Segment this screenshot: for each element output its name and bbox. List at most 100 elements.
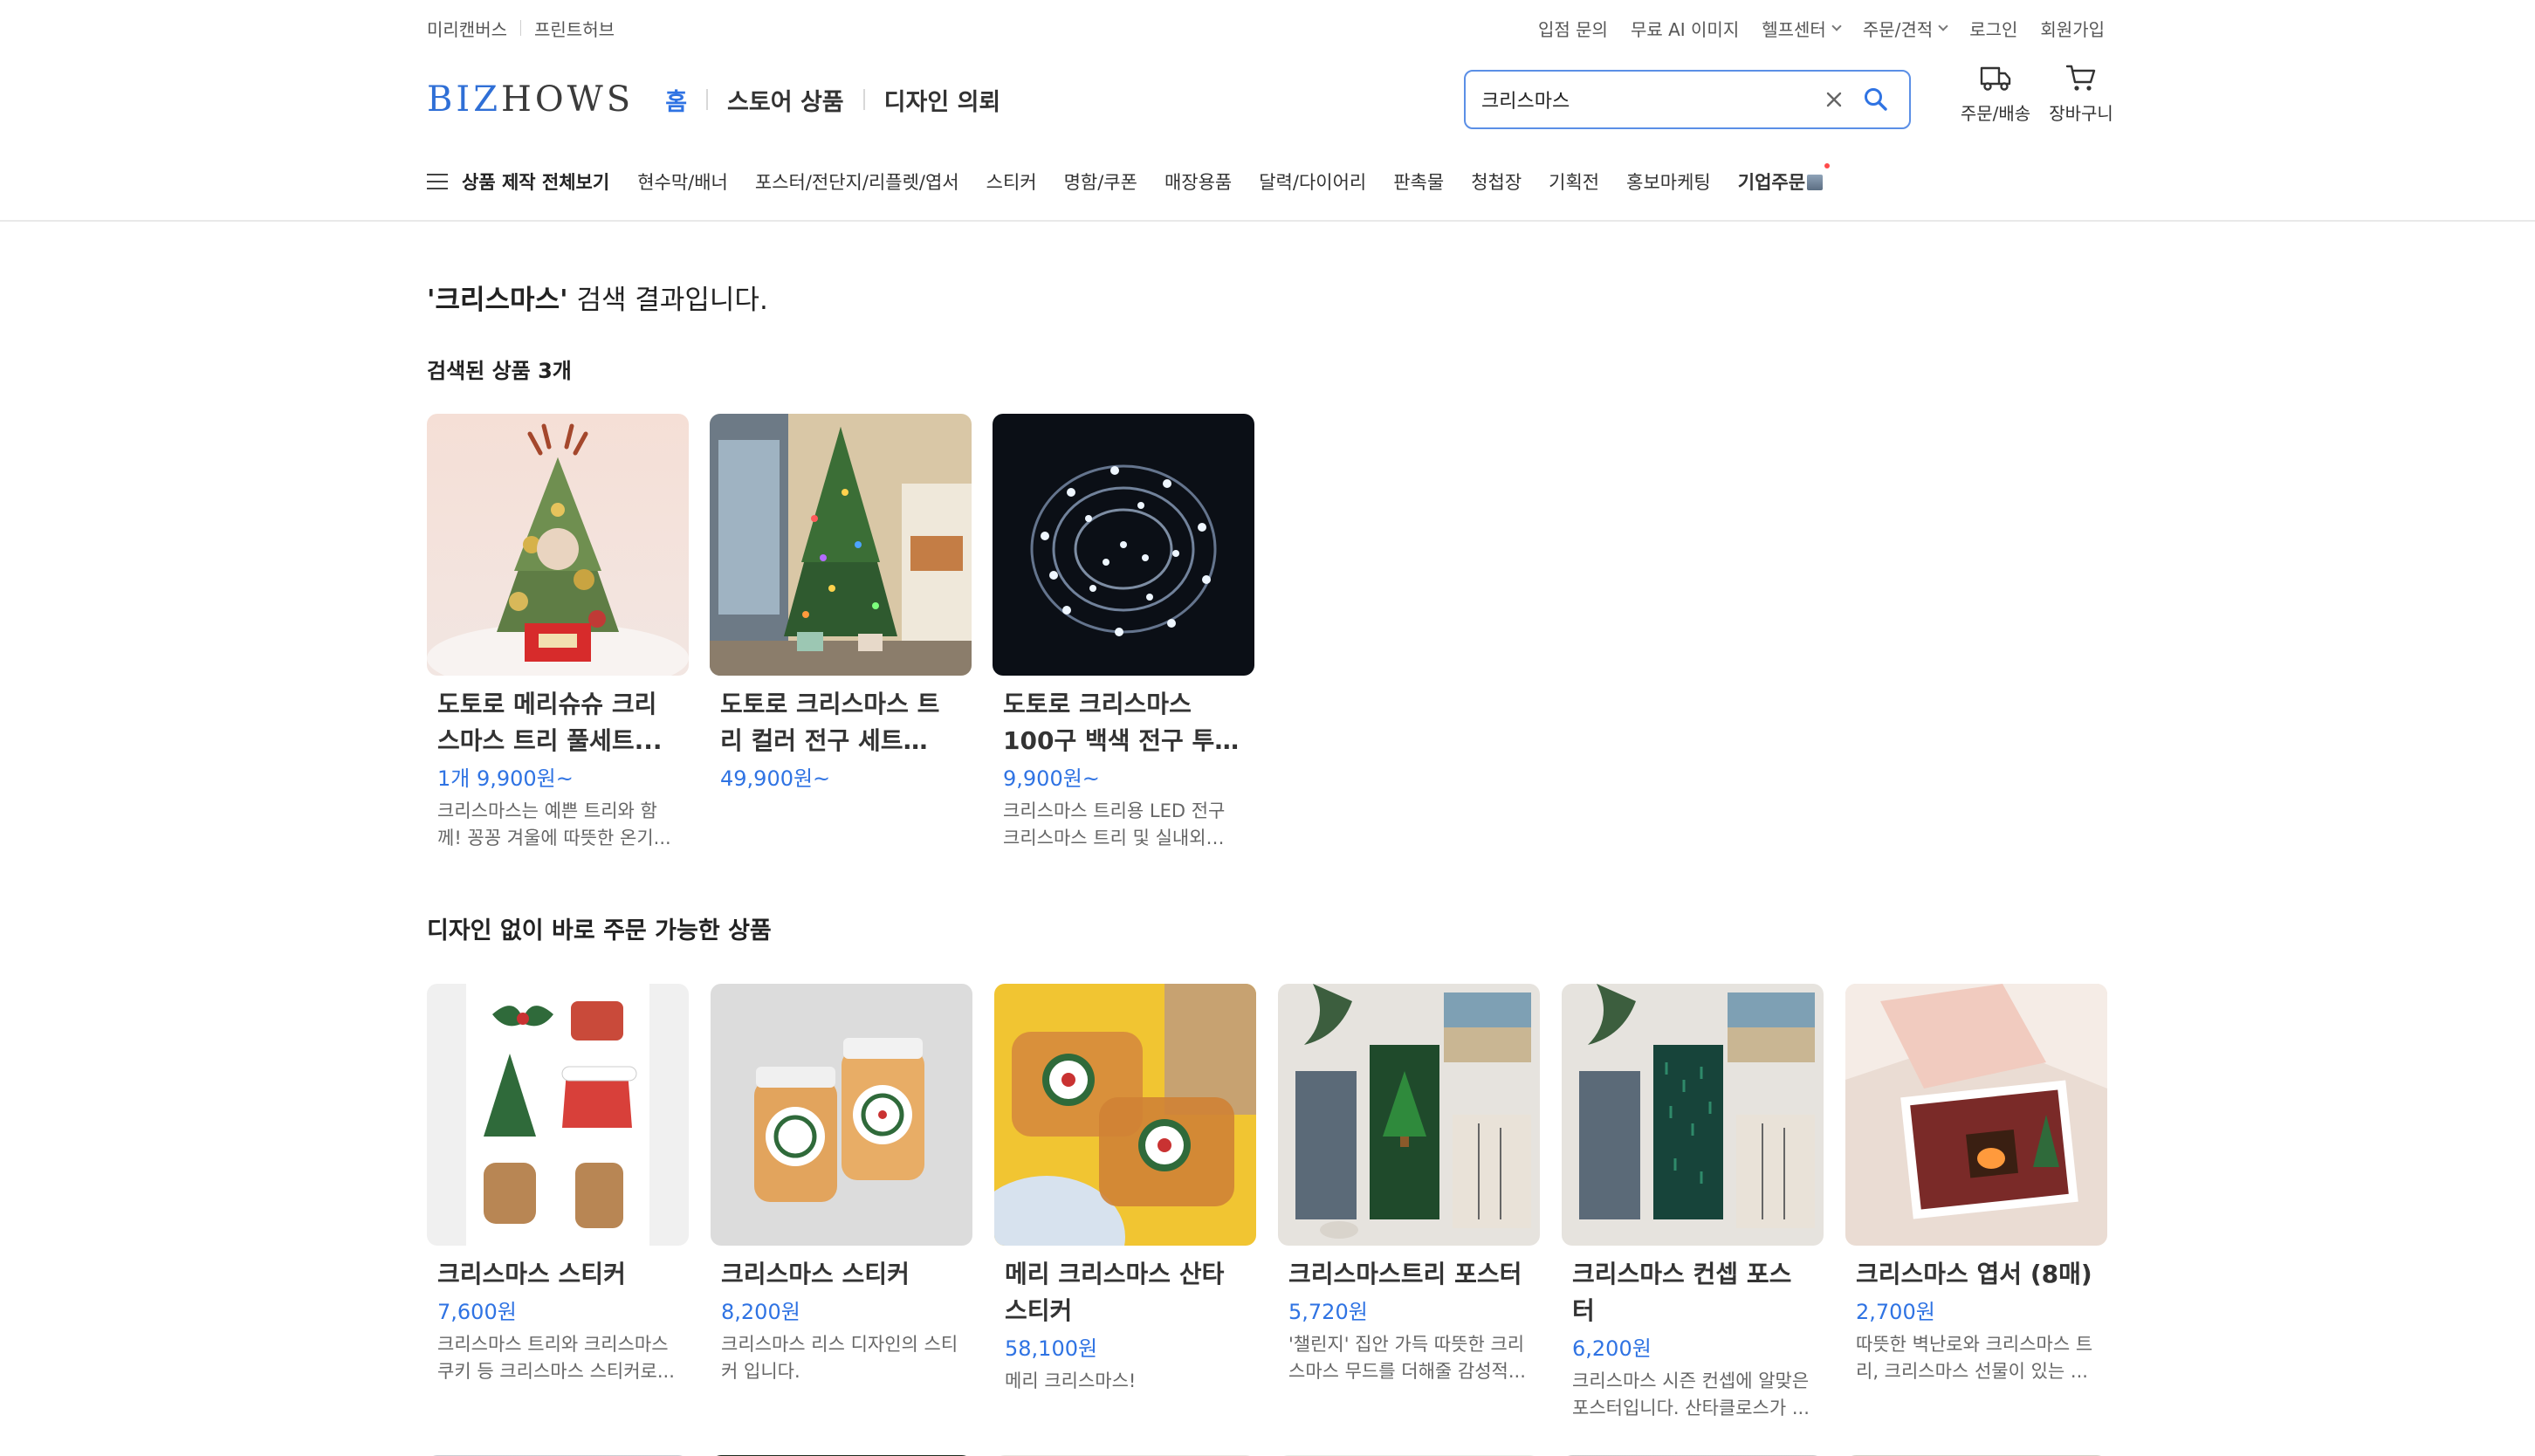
nav-promo-goods[interactable]: 판촉물 — [1393, 168, 1444, 195]
cart-icon — [2065, 65, 2096, 91]
product-card[interactable]: 크리스마스 스티커 8,200원 크리스마스 리스 디자인의 스티커 입니다. — [711, 984, 972, 1422]
product-title: 메리 크리스마스 산타 스티커 — [1005, 1260, 1225, 1325]
quick-order-section-title: 디자인 없이 바로 주문 가능한 상품 — [427, 917, 772, 944]
search-result-count: 검색된 상품 3개 — [427, 359, 572, 383]
product-image — [711, 984, 972, 1246]
product-desc: 크리스마스 리스 디자인의 스티커 입니다. — [721, 1334, 958, 1382]
product-price: 6,200원 — [1572, 1336, 1652, 1361]
main-header: BIZHOWS 홈 스토어 상품 디자인 의뢰 주문/배송 장바구니 — [427, 56, 2113, 143]
orders-delivery-button[interactable]: 주문/배송 — [1956, 63, 2035, 125]
tab-design-request[interactable]: 디자인 의뢰 — [884, 83, 1001, 117]
product-image — [993, 414, 1254, 676]
cart-label: 장바구니 — [2049, 103, 2113, 124]
product-image — [427, 984, 689, 1246]
product-price: 9,900원~ — [1003, 766, 1100, 791]
main-tabs: 홈 스토어 상품 디자인 의뢰 — [665, 83, 1000, 117]
product-image — [1278, 984, 1540, 1246]
product-title: 도토로 크리스마스 트리 컬러 전구 세트 210cm — [720, 690, 940, 755]
product-title: 크리스마스 엽서 (8매) — [1856, 1260, 2092, 1288]
quick-order-grid: 크리스마스 스티커 7,600원 크리스마스 트리와 크리스마스 쿠키 등 크리… — [427, 984, 2107, 1422]
product-card[interactable]: 도토로 메리슈슈 크리스마스 트리 풀세트... 1개 9,900원~ 크리스마… — [427, 414, 689, 852]
search-result-suffix: 검색 결과입니다. — [567, 285, 768, 316]
product-price: 5,720원 — [1288, 1300, 1368, 1324]
product-title: 크리스마스 스티커 — [721, 1260, 910, 1288]
tab-separator — [706, 89, 709, 110]
tab-separator — [862, 89, 865, 110]
search-keyword: '크리스마스' — [427, 285, 568, 316]
help-center-menu[interactable]: 헬프센터 — [1762, 16, 1842, 41]
nav-marketing[interactable]: 홍보마케팅 — [1626, 168, 1711, 195]
utility-bar: 미리캔버스 프린트허브 입점 문의 무료 AI 이미지 헬프센터 주문/견적 로… — [427, 0, 2105, 56]
product-card[interactable]: 크리스마스트리 포스터 5,720원 '챌린지' 집안 가득 따뜻한 크리스마스… — [1278, 984, 1540, 1422]
product-price: 58,100원 — [1005, 1336, 1098, 1361]
product-price: 2,700원 — [1856, 1300, 1935, 1324]
search-icon[interactable] — [1862, 86, 1890, 113]
bizhows-logo[interactable]: BIZHOWS — [427, 79, 634, 120]
all-categories-button[interactable]: 상품 제작 전체보기 — [427, 168, 609, 195]
product-title: 크리스마스트리 포스터 — [1288, 1260, 1522, 1288]
order-quote-label: 주문/견적 — [1862, 18, 1934, 40]
corporate-order-label: 기업주문 — [1737, 172, 1806, 193]
search-input[interactable] — [1481, 88, 1813, 111]
product-card[interactable]: 도토로 크리스마스 트리 컬러 전구 세트 210cm 49,900원~ — [710, 414, 972, 852]
nav-corporate-order[interactable]: 기업주문 — [1737, 163, 1831, 195]
printhub-link[interactable]: 프린트허브 — [534, 16, 615, 41]
product-desc: 크리스마스는 예쁜 트리와 함께! 꽁꽁 겨울에 따뜻한 온기... — [437, 800, 671, 848]
chevron-down-icon — [1938, 20, 1948, 31]
nav-poster[interactable]: 포스터/전단지/리플렛/엽서 — [755, 168, 959, 195]
nav-exhibition[interactable]: 기획전 — [1549, 168, 1599, 195]
util-separator — [520, 20, 521, 36]
product-image — [1562, 984, 1824, 1246]
logo-biz-text: BIZ — [427, 79, 501, 120]
product-price: 8,200원 — [721, 1300, 800, 1324]
free-ai-image-link[interactable]: 무료 AI 이미지 — [1631, 16, 1739, 41]
nav-store-supplies[interactable]: 매장용품 — [1164, 168, 1232, 195]
product-image — [710, 414, 972, 676]
product-desc: 크리스마스 트리와 크리스마스 쿠키 등 크리스마스 스티커로... — [437, 1334, 675, 1382]
tab-store-products[interactable]: 스토어 상품 — [727, 83, 844, 117]
nav-sticker[interactable]: 스티커 — [986, 168, 1037, 195]
miricanvas-link[interactable]: 미리캔버스 — [427, 16, 507, 41]
product-card[interactable]: 크리스마스 스티커 7,600원 크리스마스 트리와 크리스마스 쿠키 등 크리… — [427, 984, 689, 1422]
product-price: 1개 9,900원~ — [437, 766, 574, 791]
chevron-down-icon — [1831, 20, 1842, 31]
building-icon — [1807, 175, 1824, 190]
product-title: 도토로 크리스마스 100구 백색 전구 투명선... — [1003, 690, 1238, 755]
all-categories-label: 상품 제작 전체보기 — [462, 172, 610, 193]
category-nav: 상품 제작 전체보기 현수막/배너 포스터/전단지/리플렛/엽서 스티커 명함/… — [427, 143, 2105, 220]
product-price: 49,900원~ — [720, 766, 831, 791]
nav-invitation[interactable]: 청첩장 — [1471, 168, 1522, 195]
page: 미리캔버스 프린트허브 입점 문의 무료 AI 이미지 헬프센터 주문/견적 로… — [427, 0, 2113, 1456]
product-desc: 메리 크리스마스! — [1005, 1370, 1137, 1391]
cart-button[interactable]: 장바구니 — [2042, 63, 2120, 125]
search-result-grid: 도토로 메리슈슈 크리스마스 트리 풀세트... 1개 9,900원~ 크리스마… — [427, 414, 2105, 852]
product-desc: 크리스마스 트리용 LED 전구 크리스마스 트리 및 실내외 인... — [1003, 800, 1226, 848]
login-link[interactable]: 로그인 — [1969, 16, 2017, 41]
nav-calendar[interactable]: 달력/다이어리 — [1259, 168, 1366, 195]
close-icon[interactable] — [1822, 87, 1846, 112]
help-center-label: 헬프센터 — [1762, 18, 1826, 40]
product-card[interactable]: 메리 크리스마스 산타 스티커 58,100원 메리 크리스마스! — [994, 984, 1256, 1422]
product-card[interactable]: 도토로 크리스마스 100구 백색 전구 투명선... 9,900원~ 크리스마… — [993, 414, 1254, 852]
product-card[interactable]: 크리스마스 컨셉 포스터 6,200원 크리스마스 시즌 컨셉에 알맞은 포스터… — [1562, 984, 1824, 1422]
product-desc: '챌린지' 집안 가득 따뜻한 크리스마스 무드를 더해줄 감성적... — [1288, 1334, 1526, 1382]
menu-icon — [427, 174, 448, 189]
product-image — [994, 984, 1256, 1246]
product-title: 도토로 메리슈슈 크리스마스 트리 풀세트... — [437, 690, 663, 755]
partner-inquiry-link[interactable]: 입점 문의 — [1538, 16, 1608, 41]
nav-banner[interactable]: 현수막/배너 — [637, 168, 728, 195]
signup-link[interactable]: 회원가입 — [2040, 16, 2105, 41]
search-result-title: '크리스마스' 검색 결과입니다. — [427, 278, 2105, 317]
product-image — [1845, 984, 2107, 1246]
product-desc: 크리스마스 시즌 컨셉에 알맞은 포스터입니다. 산타클로스가 ... — [1572, 1370, 1810, 1418]
new-dot — [1824, 163, 1831, 168]
product-card[interactable]: 크리스마스 엽서 (8매) 2,700원 따뜻한 벽난로와 크리스마스 트리, … — [1845, 984, 2107, 1422]
product-image — [427, 414, 689, 676]
nav-namecard[interactable]: 명함/쿠폰 — [1064, 168, 1137, 195]
tab-home[interactable]: 홈 — [665, 83, 687, 117]
orders-delivery-label: 주문/배송 — [1960, 103, 2031, 124]
search-box — [1464, 70, 1911, 129]
product-title: 크리스마스 스티커 — [437, 1260, 626, 1288]
truck-icon — [1980, 66, 2011, 91]
order-quote-menu[interactable]: 주문/견적 — [1862, 16, 1948, 41]
